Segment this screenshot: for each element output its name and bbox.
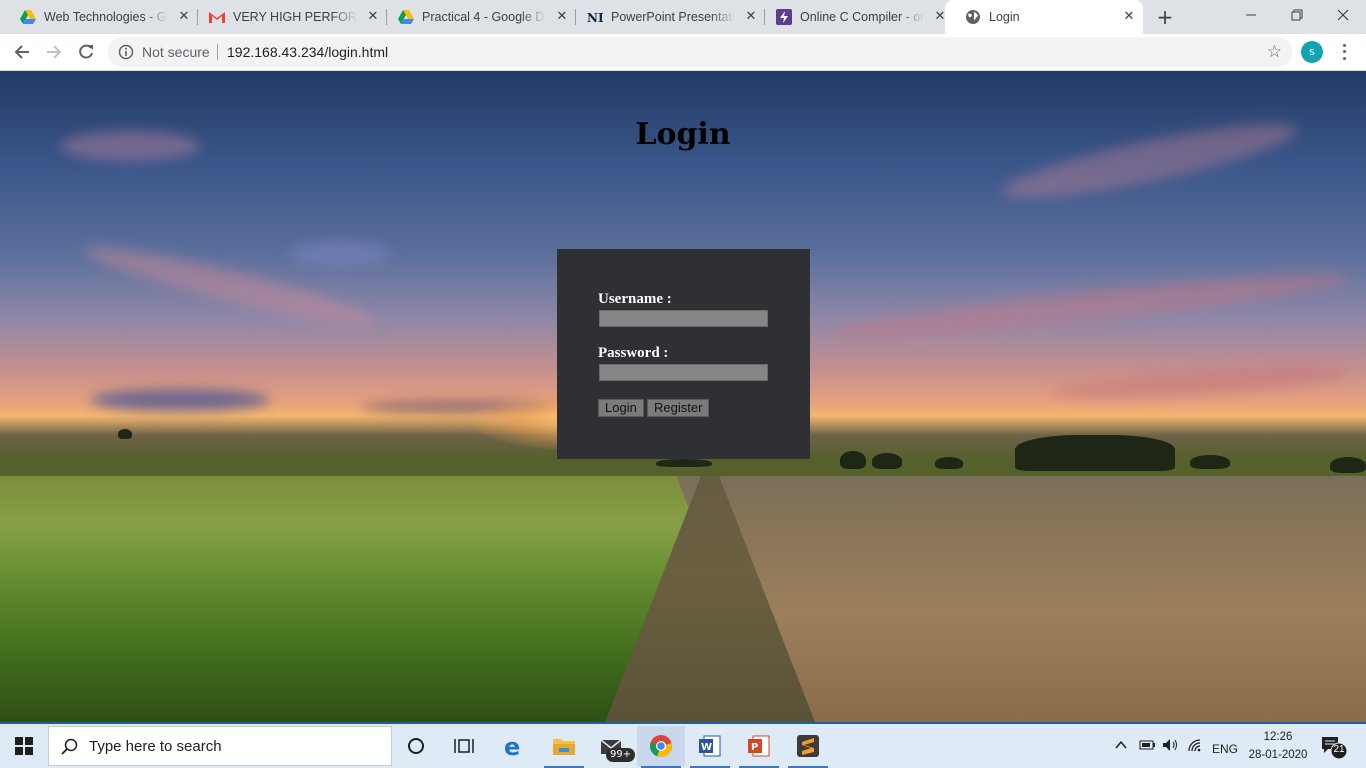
password-label: Password : [598, 345, 669, 361]
forward-button[interactable] [40, 38, 68, 66]
divider [217, 44, 218, 60]
info-icon[interactable] [118, 44, 134, 64]
language-indicator[interactable]: ENG [1212, 742, 1238, 756]
windows-taskbar: Type here to search e 99+ W P ENG 12:26 [0, 722, 1366, 768]
username-input[interactable] [599, 310, 768, 327]
arrow-right-icon [47, 45, 62, 59]
notification-count: 21 [1333, 744, 1345, 755]
password-input[interactable] [599, 364, 768, 381]
svg-text:ND: ND [587, 11, 603, 24]
mail-badge: 99+ [606, 748, 636, 762]
tab-online-c-compiler[interactable]: Online C Compiler - onl ✕ [756, 0, 954, 34]
battery-icon[interactable] [1139, 738, 1157, 755]
gmail-icon [209, 9, 225, 25]
address-bar[interactable]: Not secure 192.168.43.234/login.html ☆ [108, 37, 1292, 67]
search-icon [61, 738, 79, 760]
url-text[interactable]: 192.168.43.234/login.html [227, 44, 388, 60]
edge-icon: e [504, 734, 520, 758]
tab-powerpoint-presentation[interactable]: ND PowerPoint Presentatio ✕ [567, 0, 765, 34]
file-explorer-button[interactable] [540, 726, 588, 768]
new-tab-button[interactable]: + [1154, 6, 1176, 28]
browser-toolbar: Not secure 192.168.43.234/login.html ☆ s [0, 34, 1366, 71]
powerpoint-icon: P [748, 735, 770, 757]
login-button[interactable]: Login [598, 399, 644, 417]
edge-app-button[interactable]: e [490, 726, 538, 766]
clock[interactable]: 12:26 28-01-2020 [1248, 728, 1308, 764]
close-window-button[interactable] [1320, 0, 1366, 30]
start-button[interactable] [0, 724, 48, 768]
close-icon[interactable]: ✕ [1121, 9, 1137, 25]
clock-time: 12:26 [1263, 731, 1293, 743]
register-button[interactable]: Register [647, 399, 710, 417]
volume-icon[interactable] [1162, 738, 1180, 755]
tab-practical-4[interactable]: Practical 4 - Google Dri ✕ [378, 0, 576, 34]
tab-web-technologies[interactable]: Web Technologies - Go ✕ [0, 0, 198, 34]
globe-icon [965, 9, 981, 25]
wifi-icon[interactable] [1187, 738, 1205, 755]
profile-avatar[interactable]: s [1301, 41, 1323, 63]
sublime-text-icon [797, 735, 819, 757]
page-viewport: Login Username : Password : Login Regist… [0, 71, 1366, 722]
powerpoint-app-button[interactable]: P [735, 726, 783, 768]
clock-date: 28-01-2020 [1248, 749, 1308, 761]
notre-dame-icon: ND [587, 9, 603, 25]
svg-text:W: W [701, 742, 712, 753]
tab-title: Login [989, 10, 1020, 24]
google-drive-icon [398, 9, 414, 25]
cortana-button[interactable] [392, 726, 440, 766]
bookmark-star-icon[interactable]: ☆ [1267, 42, 1282, 62]
task-view-icon [454, 739, 474, 753]
tab-strip: Web Technologies - Go ✕ VERY HIGH PERFOR… [0, 0, 1366, 34]
tab-login[interactable]: Login ✕ [945, 0, 1143, 34]
action-center-button[interactable]: 21 [1320, 734, 1348, 760]
sublime-text-app-button[interactable] [784, 726, 832, 768]
onlinegdb-icon [776, 9, 792, 25]
tab-title: Web Technologies - Go [44, 10, 168, 24]
more-menu-icon[interactable] [1335, 42, 1353, 62]
chrome-app-button[interactable] [637, 726, 685, 768]
tab-title: VERY HIGH PERFORMA [233, 10, 357, 24]
back-button[interactable] [8, 38, 36, 66]
windows-logo-icon [15, 737, 33, 755]
word-icon: W [699, 735, 721, 757]
minimize-button[interactable] [1228, 0, 1274, 30]
restore-button[interactable] [1274, 0, 1320, 30]
svg-text:P: P [751, 742, 758, 753]
reload-icon [79, 44, 93, 59]
tab-very-high-performa[interactable]: VERY HIGH PERFORMA ✕ [189, 0, 387, 34]
task-view-button[interactable] [440, 726, 488, 766]
tab-title: Practical 4 - Google Dri [422, 10, 546, 24]
arrow-left-icon [14, 45, 29, 59]
tab-title: PowerPoint Presentatio [611, 10, 735, 24]
svg-text:e: e [504, 734, 520, 758]
login-form: Username : Password : Login Register [557, 249, 810, 459]
page-title: Login [635, 117, 731, 152]
security-status[interactable]: Not secure [142, 44, 210, 60]
show-hidden-icons-button[interactable] [1114, 738, 1128, 755]
username-label: Username : [598, 291, 672, 307]
chevron-up-icon [1115, 740, 1127, 749]
tab-title: Online C Compiler - onl [800, 10, 924, 24]
folder-icon [553, 739, 575, 755]
google-drive-icon [20, 9, 36, 25]
word-app-button[interactable]: W [686, 726, 734, 768]
taskbar-search-box[interactable]: Type here to search [48, 726, 392, 766]
reload-button[interactable] [72, 38, 100, 66]
cortana-circle-icon [408, 738, 424, 754]
search-placeholder: Type here to search [89, 738, 222, 755]
chrome-icon [650, 735, 672, 758]
